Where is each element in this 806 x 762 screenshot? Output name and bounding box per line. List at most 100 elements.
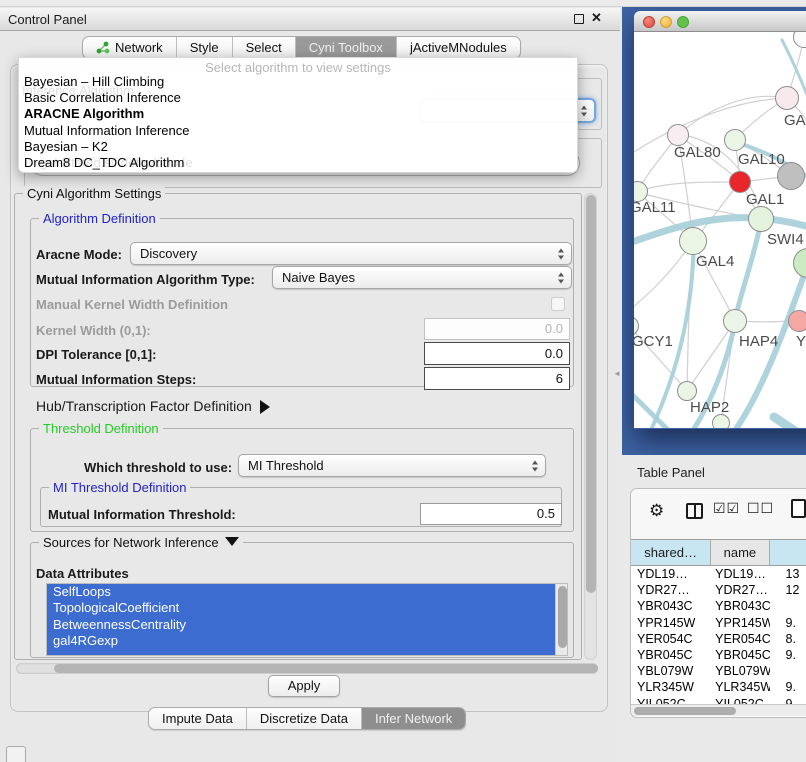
table-row[interactable]: YPR145W YPR145W 9. — [631, 615, 806, 631]
tab[interactable]: Network — [83, 37, 177, 58]
table-row[interactable]: YBR043C YBR043C — [631, 598, 806, 614]
mi-steps-field[interactable]: 6 — [424, 367, 570, 390]
tab[interactable]: Style — [177, 37, 233, 58]
kernel-width-field[interactable]: 0.0 — [424, 318, 570, 340]
data-attributes-list[interactable]: SelfLoops TopologicalCoefficient Between… — [46, 583, 568, 656]
tab[interactable]: Infer Network — [362, 708, 465, 729]
mi-threshold-label: Mutual Information Threshold: — [48, 507, 236, 522]
network-node[interactable] — [748, 206, 774, 232]
network-window: GAL GAL80 GAL10 GAL1 GAL11 SWI4 GAL4 GC — [634, 11, 806, 429]
columns-icon[interactable] — [686, 503, 703, 519]
table-column-header[interactable]: shared… — [631, 540, 711, 565]
which-threshold-select[interactable]: MI Threshold — [238, 454, 546, 477]
tab-label: Infer Network — [375, 711, 452, 726]
mi-steps-label: Mutual Information Steps: — [36, 372, 196, 387]
manual-kernel-checkbox[interactable] — [551, 297, 565, 311]
cell-shared-name: YER054C — [631, 631, 711, 647]
node-label: GAL80 — [674, 144, 721, 161]
mi-type-value: Naive Bayes — [282, 270, 355, 285]
node-label: HAP2 — [690, 399, 729, 416]
network-canvas[interactable]: GAL GAL80 GAL10 GAL1 GAL11 SWI4 GAL4 GC — [634, 32, 806, 428]
cell-value: 9. — [770, 615, 806, 631]
float-window-icon[interactable] — [574, 14, 584, 24]
network-node[interactable] — [667, 124, 689, 146]
network-node[interactable] — [788, 310, 806, 332]
table-horizontal-scrollbar[interactable] — [631, 704, 806, 716]
settings-group-title: Cyni Algorithm Settings — [23, 186, 165, 201]
cell-value — [770, 663, 806, 679]
close-icon[interactable]: ✕ — [591, 10, 602, 26]
file-icon[interactable] — [791, 499, 806, 518]
bottom-left-dock-icon[interactable] — [6, 746, 26, 762]
tab[interactable]: Discretize Data — [247, 708, 362, 729]
apply-button[interactable]: Apply — [268, 675, 340, 697]
settings-horizontal-scrollbar[interactable] — [16, 663, 598, 674]
panel-splitter-handle[interactable]: ◄ — [613, 368, 622, 379]
gear-icon[interactable]: ⚙ — [649, 501, 664, 521]
aracne-mode-label: Aracne Mode: — [36, 247, 122, 262]
cell-value — [770, 598, 806, 614]
ghost-network-combo-label: gal-filtered.sif default node — [40, 155, 192, 170]
sources-title[interactable]: Sources for Network Inference — [39, 535, 243, 550]
attribute-list-item[interactable]: gal4RGexp — [47, 633, 567, 649]
tab[interactable]: jActiveMNodules — [397, 37, 520, 58]
table-row[interactable]: YER054C YER054C 8. — [631, 631, 806, 647]
cell-value: 9 — [770, 696, 806, 705]
settings-vertical-scrollbar[interactable] — [584, 193, 597, 660]
network-window-titlebar[interactable] — [634, 11, 806, 32]
close-traffic-light[interactable] — [643, 16, 655, 28]
table-column-header[interactable]: name — [711, 540, 769, 565]
combo-arrows-icon — [558, 272, 564, 283]
attribute-list-item[interactable]: TopologicalCoefficient — [47, 600, 567, 616]
network-icon — [96, 41, 110, 54]
cyni-bottom-tabbar: Impute Data Discretize Data Infer Networ… — [148, 707, 466, 730]
network-node[interactable] — [712, 414, 730, 428]
mi-type-select[interactable]: Naive Bayes — [272, 266, 572, 289]
network-node[interactable] — [775, 86, 799, 110]
attribute-list-item[interactable]: BetweennessCentrality — [47, 617, 567, 633]
table-row[interactable]: YDR27… YDR27… 12 — [631, 582, 806, 598]
attribute-list-item[interactable]: SelfLoops — [47, 584, 567, 600]
tab[interactable]: Impute Data — [149, 708, 247, 729]
table-row[interactable]: YBR045C YBR045C 9. — [631, 647, 806, 663]
tab-label: Style — [190, 40, 219, 55]
tab[interactable]: Cyni Toolbox — [296, 37, 397, 58]
attributes-scrollbar[interactable] — [555, 584, 567, 655]
algorithm-option[interactable]: Bayesian – K2 — [19, 139, 577, 155]
expand-right-icon — [260, 400, 270, 414]
network-node[interactable] — [677, 381, 697, 401]
hub-definition-expander[interactable]: Hub/Transcription Factor Definition — [36, 398, 270, 414]
popup-placeholder: Select algorithm to view settings — [19, 58, 577, 74]
table-row[interactable]: YIL052C YIL052C 9 — [631, 696, 806, 705]
dpi-tolerance-field[interactable]: 0.0 — [424, 342, 570, 365]
zoom-traffic-light[interactable] — [677, 16, 689, 28]
cell-name: YBL079W — [711, 663, 769, 679]
cell-name: YDR27… — [711, 582, 769, 598]
network-node[interactable] — [729, 171, 751, 193]
node-label: Y — [796, 333, 806, 350]
network-node[interactable] — [724, 129, 746, 151]
network-node[interactable] — [679, 227, 707, 255]
table-panel-section: Table Panel ⚙ ☑☑ ☐☐ shared… name — [622, 455, 806, 762]
cell-shared-name: YPR145W — [631, 615, 711, 631]
deselect-all-checkboxes-icon[interactable]: ☐☐ — [747, 500, 774, 517]
table-panel-box: ⚙ ☑☑ ☐☐ shared… name YDL19… — [630, 488, 806, 718]
minimize-traffic-light[interactable] — [660, 16, 672, 28]
table-row[interactable]: YLR345W YLR345W 9. — [631, 679, 806, 695]
mi-threshold-field[interactable]: 0.5 — [420, 503, 562, 525]
data-attributes-label: Data Attributes — [36, 566, 129, 581]
algorithm-option[interactable]: Mutual Information Inference — [19, 123, 577, 139]
mi-threshold-title: MI Threshold Definition — [49, 480, 190, 495]
cell-value: 13 — [770, 566, 806, 582]
table-row[interactable]: YBL079W YBL079W — [631, 663, 806, 679]
node-label: GAL10 — [738, 151, 785, 168]
table-column-header[interactable] — [770, 540, 806, 565]
network-node[interactable] — [723, 309, 747, 333]
algorithm-option[interactable]: ARACNE Algorithm — [19, 106, 577, 122]
node-label: GCY1 — [634, 333, 673, 350]
select-all-checkboxes-icon[interactable]: ☑☑ — [713, 500, 740, 517]
aracne-mode-select[interactable]: Discovery — [130, 242, 572, 265]
table-row[interactable]: YDL19… YDL19… 13 — [631, 566, 806, 582]
tab[interactable]: Select — [233, 37, 296, 58]
tab-label: jActiveMNodules — [410, 40, 507, 55]
